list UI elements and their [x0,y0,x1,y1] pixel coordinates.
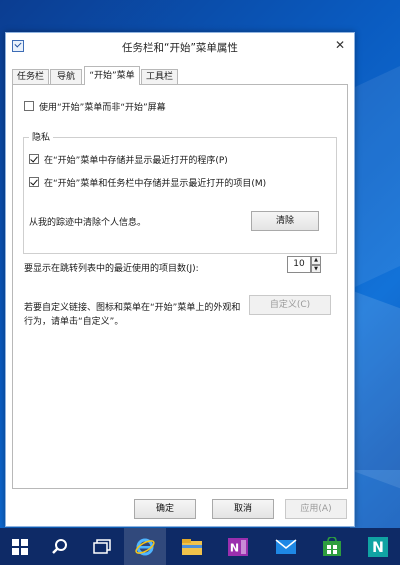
jump-list-count-label: 要显示在跳转列表中的最近使用的项目数(J): [24,264,199,274]
window-title: 任务栏和“开始”菜单属性 [122,42,238,54]
store-items-checkbox[interactable] [29,177,39,187]
taskbar: N N [0,528,400,565]
store-items-label: 在“开始”菜单和任务栏中存储并显示最近打开的项目(M) [44,179,267,189]
news-icon[interactable]: N [358,528,398,565]
store-icon[interactable] [312,528,352,565]
store-programs-label: 在“开始”菜单中存储并显示最近打开的程序(P) [44,156,228,166]
taskbar-properties-dialog: 任务栏和“开始”菜单属性 ✕ 任务栏 导航 “开始”菜单 工具栏 使用“开始”菜… [5,32,355,527]
tab-start-menu[interactable]: “开始”菜单 [84,66,140,85]
privacy-group-title: 隐私 [29,130,54,143]
start-menu-panel: 使用“开始”菜单而非“开始”屏幕 隐私 在“开始”菜单中存储并显示最近打开的程序… [12,84,348,489]
task-view-icon[interactable] [82,528,122,565]
mail-icon[interactable] [266,528,306,565]
file-explorer-icon[interactable] [172,528,212,565]
clear-button[interactable]: 清除 [251,211,319,231]
close-button[interactable]: ✕ [330,37,350,53]
title-bar[interactable]: 任务栏和“开始”菜单属性 ✕ [6,33,354,61]
news-letter: N [372,540,384,556]
internet-explorer-icon[interactable] [124,528,166,565]
privacy-group: 隐私 在“开始”菜单中存储并显示最近打开的程序(P) 在“开始”菜单和任务栏中存… [23,130,337,254]
customize-button[interactable]: 自定义(C) [249,295,331,315]
wallpaper-shape [355,291,400,489]
tab-navigation[interactable]: 导航 [50,69,82,84]
cancel-button[interactable]: 取消 [212,499,274,519]
customize-description-line2: 行为，请单击“自定义”。 [24,317,124,327]
spin-down-button[interactable]: ▼ [311,264,321,273]
jump-list-count-input[interactable]: 10 [287,256,311,273]
onenote-letter: N [230,541,239,554]
apply-button[interactable]: 应用(A) [285,499,347,519]
store-programs-checkbox[interactable] [29,154,39,164]
use-start-menu-label: 使用“开始”菜单而非“开始”屏幕 [39,103,166,113]
customize-description-line1: 若要自定义链接、图标和菜单在“开始”菜单上的外观和 [24,303,241,313]
wallpaper-shape [350,470,400,530]
tab-toolbars[interactable]: 工具栏 [141,69,178,84]
ok-button[interactable]: 确定 [134,499,196,519]
spin-up-button[interactable]: ▲ [311,256,321,265]
tab-taskbar[interactable]: 任务栏 [12,69,49,84]
search-icon[interactable] [40,528,80,565]
onenote-icon[interactable]: N [218,528,258,565]
clear-info-text: 从我的踪迹中清除个人信息。 [29,218,147,228]
windows-start-icon[interactable] [0,528,40,565]
use-start-menu-checkbox[interactable] [24,101,34,111]
